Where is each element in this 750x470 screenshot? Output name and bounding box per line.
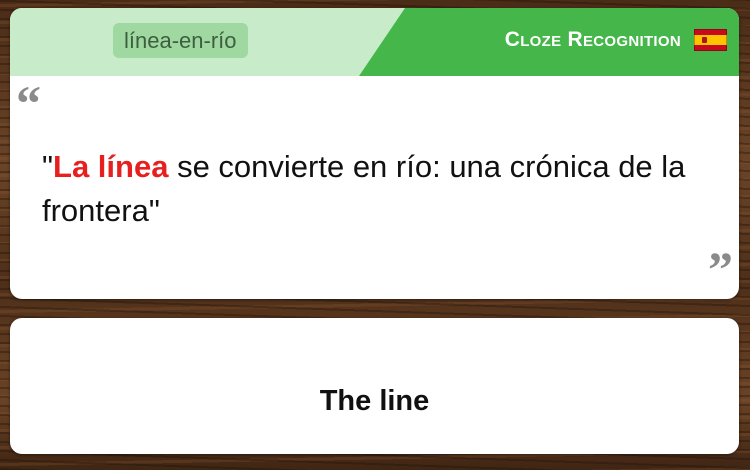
sentence-prefix: " (42, 149, 54, 184)
answer-text: The line (319, 384, 430, 417)
mode-label: Cloze Recognition (504, 28, 681, 51)
open-quote-icon: “ (16, 75, 41, 131)
phrase-tag[interactable]: línea-en-río (113, 23, 248, 58)
answer-card[interactable]: The line (10, 318, 739, 454)
flag-emblem (702, 37, 707, 43)
sentence-card: línea-en-río Cloze Recognition “ "La lín… (10, 8, 739, 299)
card-header: línea-en-río Cloze Recognition (10, 8, 739, 76)
cloze-sentence: "La línea se convierte en río: una cróni… (42, 145, 722, 233)
close-quote-icon: ” (708, 241, 733, 297)
cloze-highlight: La línea (53, 149, 169, 184)
spain-flag-icon (694, 29, 727, 51)
